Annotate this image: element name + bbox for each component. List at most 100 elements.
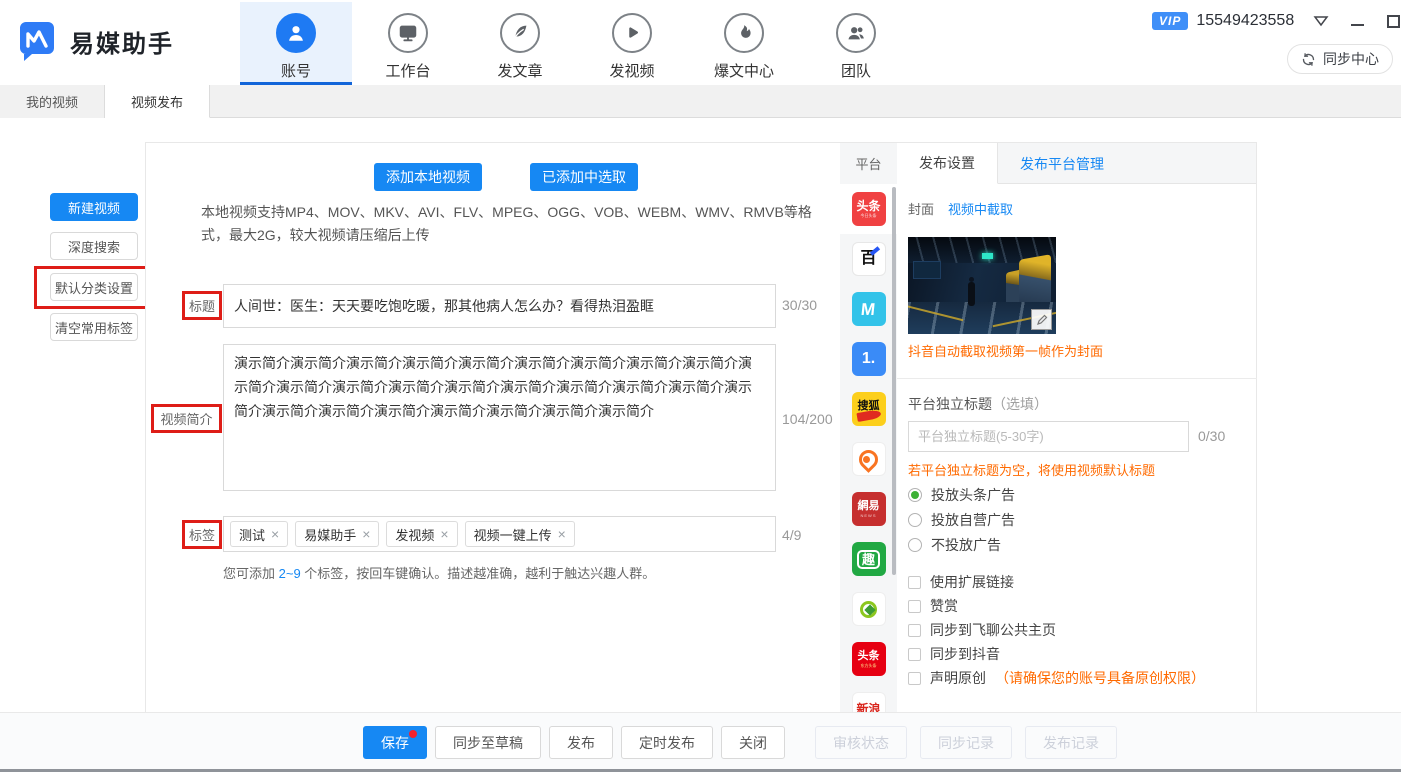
title-label: 标题 xyxy=(186,294,218,317)
tab-my-videos[interactable]: 我的视频 xyxy=(0,85,105,118)
team-people-icon xyxy=(836,13,876,53)
platform-item-wangyi[interactable]: 網易NEWS xyxy=(840,484,897,534)
app-window: 易媒助手 账号 工作台 发文章 xyxy=(0,0,1401,772)
tab-publish-settings[interactable]: 发布设置 xyxy=(897,143,998,184)
vip-badge: VIP xyxy=(1152,12,1188,30)
tab-publish-platform-manage[interactable]: 发布平台管理 xyxy=(998,143,1126,184)
cover-edit-icon[interactable] xyxy=(1031,309,1052,330)
sync-center-label: 同步中心 xyxy=(1323,49,1379,69)
tag-chip: 视频一键上传 × xyxy=(465,521,575,547)
scheduled-publish-button[interactable]: 定时发布 xyxy=(621,726,713,759)
default-category-settings-button[interactable]: 默认分类设置 xyxy=(50,273,138,301)
nav-item-publish-video[interactable]: 发视频 xyxy=(576,2,688,85)
section-divider xyxy=(897,378,1257,379)
radio-checked-icon xyxy=(908,488,922,502)
checkbox-declare-original[interactable]: 声明原创 （请确保您的账号具备原创权限） xyxy=(908,666,1205,690)
nav-item-hot-center[interactable]: 爆文中心 xyxy=(688,2,800,85)
clear-common-tags-button[interactable]: 清空常用标签 xyxy=(50,313,138,341)
main-nav: 账号 工作台 发文章 发视频 xyxy=(240,2,912,85)
platform-column-header: 平台 xyxy=(840,143,897,184)
radio-self-ad[interactable]: 投放自营广告 xyxy=(908,507,1015,532)
new-video-button[interactable]: 新建视频 xyxy=(50,193,138,221)
platform-item-sohu[interactable]: 搜狐 xyxy=(840,384,897,434)
nav-item-label: 爆文中心 xyxy=(714,60,774,81)
independent-title-input[interactable] xyxy=(908,421,1189,452)
save-badge-dot xyxy=(409,730,417,738)
tags-help-range: 2~9 xyxy=(279,566,301,581)
cover-thumbnail[interactable] xyxy=(908,237,1056,334)
checkbox-icon xyxy=(908,576,921,589)
platform-item-green-swirl[interactable] xyxy=(840,584,897,634)
sync-center-button[interactable]: 同步中心 xyxy=(1287,44,1393,74)
nav-item-workbench[interactable]: 工作台 xyxy=(352,2,464,85)
platform-item-dongfang-toutiao[interactable]: 头条东方头条 xyxy=(840,634,897,684)
checkbox-sync-douyin[interactable]: 同步到抖音 xyxy=(908,642,1205,666)
nav-item-label: 发文章 xyxy=(497,60,542,81)
platform-item-dafeng[interactable] xyxy=(840,434,897,484)
toutiao-icon: 头条今日头条 xyxy=(852,192,886,226)
tags-help-suffix: 个标签，按回车键确认。描述越准确，越利于触达兴趣人群。 xyxy=(301,566,656,581)
pick-from-added-button[interactable]: 已添加中选取 xyxy=(530,163,638,191)
tag-remove-icon[interactable]: × xyxy=(440,526,448,542)
settings-tabs: 发布设置 发布平台管理 xyxy=(897,143,1256,184)
tag-chip: 易媒助手 × xyxy=(295,521,379,547)
platform-item-yidianzixun[interactable]: 1. xyxy=(840,334,897,384)
platform-item-dayu[interactable]: M xyxy=(840,284,897,334)
platform-item-qutoutiao[interactable]: 趣 xyxy=(840,534,897,584)
top-bar: 易媒助手 账号 工作台 发文章 xyxy=(0,0,1401,85)
sync-to-draft-button[interactable]: 同步至草稿 xyxy=(435,726,541,759)
tag-remove-icon[interactable]: × xyxy=(271,526,279,542)
checkbox-label: 同步到飞聊公共主页 xyxy=(930,620,1056,640)
tag-remove-icon[interactable]: × xyxy=(558,526,566,542)
platform-item-baijiahao[interactable]: 百 xyxy=(840,234,897,284)
qutoutiao-icon: 趣 xyxy=(852,542,886,576)
nav-item-account[interactable]: 账号 xyxy=(240,2,352,85)
annotation-box-intro-label: 视频简介 xyxy=(151,404,222,433)
close-form-button[interactable]: 关闭 xyxy=(721,726,785,759)
checkbox-icon xyxy=(908,624,921,637)
tag-remove-icon[interactable]: × xyxy=(362,526,370,542)
feather-pen-icon xyxy=(500,13,540,53)
green-swirl-icon xyxy=(852,592,886,626)
checkbox-appreciate[interactable]: 赞赏 xyxy=(908,594,1205,618)
capture-from-video-link[interactable]: 视频中截取 xyxy=(948,199,1013,218)
checkbox-sync-feiliao[interactable]: 同步到飞聊公共主页 xyxy=(908,618,1205,642)
nav-item-publish-article[interactable]: 发文章 xyxy=(464,2,576,85)
tags-input[interactable]: 测试 × 易媒助手 × 发视频 × 视频一键上传 × xyxy=(223,516,776,552)
minimize-button[interactable] xyxy=(1348,12,1366,30)
dafeng-bird-icon xyxy=(852,442,886,476)
intro-textarea[interactable]: 演示简介演示简介演示简介演示简介演示简介演示简介演示简介演示简介演示简介演示简介… xyxy=(223,344,776,491)
cover-auto-capture-note: 抖音自动截取视频第一帧作为封面 xyxy=(908,341,1103,360)
nav-item-label: 工作台 xyxy=(385,60,430,81)
yidianzixun-icon: 1. xyxy=(852,342,886,376)
checkbox-extended-link[interactable]: 使用扩展链接 xyxy=(908,570,1205,594)
sync-refresh-icon xyxy=(1301,52,1316,67)
intro-char-count: 104/200 xyxy=(782,411,833,427)
tab-video-publish[interactable]: 视频发布 xyxy=(105,85,210,118)
tags-count: 4/9 xyxy=(782,527,801,543)
sina-icon: 新浪 xyxy=(852,692,886,712)
deep-search-button[interactable]: 深度搜索 xyxy=(50,232,138,260)
platform-column: 平台 头条今日头条 百 M 1. xyxy=(840,142,897,712)
account-dropdown-icon[interactable] xyxy=(1312,12,1330,30)
title-input[interactable] xyxy=(223,284,776,328)
radio-toutiao-ad[interactable]: 投放头条广告 xyxy=(908,482,1015,507)
nav-item-label: 团队 xyxy=(841,60,871,81)
maximize-button[interactable] xyxy=(1384,12,1401,30)
add-local-video-button[interactable]: 添加本地视频 xyxy=(374,163,482,191)
platform-item-toutiao[interactable]: 头条今日头条 xyxy=(840,184,897,234)
dayu-icon: M xyxy=(852,292,886,326)
baijiahao-icon: 百 xyxy=(852,242,886,276)
checkbox-label: 同步到抖音 xyxy=(930,644,1000,664)
platform-item-sina[interactable]: 新浪 xyxy=(840,684,897,712)
platform-scrollbar[interactable] xyxy=(892,187,896,575)
tags-label: 标签 xyxy=(186,523,218,546)
cover-label: 封面 xyxy=(908,199,934,218)
nav-item-team[interactable]: 团队 xyxy=(800,2,912,85)
independent-title-label: 平台独立标题（选填） xyxy=(908,394,1048,414)
save-button[interactable]: 保存 xyxy=(363,726,427,759)
radio-no-ad[interactable]: 不投放广告 xyxy=(908,532,1015,557)
publish-button[interactable]: 发布 xyxy=(549,726,613,759)
ad-radio-group: 投放头条广告 投放自营广告 不投放广告 xyxy=(908,482,1015,557)
account-phone: 15549423558 xyxy=(1196,12,1294,30)
